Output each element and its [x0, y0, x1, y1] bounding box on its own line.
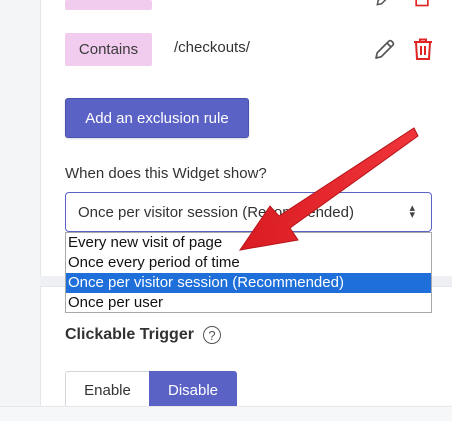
help-circle-icon[interactable]: ? [203, 326, 221, 344]
rule-match-type-tag: Contains [65, 33, 152, 66]
dropdown-option[interactable]: Every new visit of page [66, 233, 431, 253]
enable-button[interactable]: Enable [65, 371, 149, 409]
page-footer-strip [0, 406, 452, 421]
clickable-trigger-title: Clickable Trigger [65, 326, 194, 343]
trash-icon[interactable] [412, 0, 432, 8]
select-value: Once per visitor session (Recommended) [78, 203, 354, 221]
dropdown-option-selected[interactable]: Once per visitor session (Recommended) [66, 273, 431, 293]
add-exclusion-rule-button[interactable]: Add an exclusion rule [65, 98, 249, 138]
disable-button[interactable]: Disable [149, 371, 237, 409]
select-caret-icon: ▴ ▾ [409, 202, 415, 221]
dropdown-option[interactable]: Once every period of time [66, 253, 431, 273]
page-background-left [0, 0, 40, 420]
widget-show-dropdown[interactable]: Every new visit of page Once every perio… [65, 232, 432, 313]
trash-icon[interactable] [412, 37, 434, 61]
rule-match-type-tag [65, 0, 152, 10]
widget-show-label: When does this Widget show? [65, 165, 267, 182]
edit-pencil-icon[interactable] [374, 0, 394, 8]
dropdown-option[interactable]: Once per user [66, 293, 431, 313]
widget-show-select[interactable]: Once per visitor session (Recommended) ▴… [65, 192, 432, 232]
rule-value: /checkouts/ [174, 39, 250, 56]
edit-pencil-icon[interactable] [373, 37, 397, 61]
